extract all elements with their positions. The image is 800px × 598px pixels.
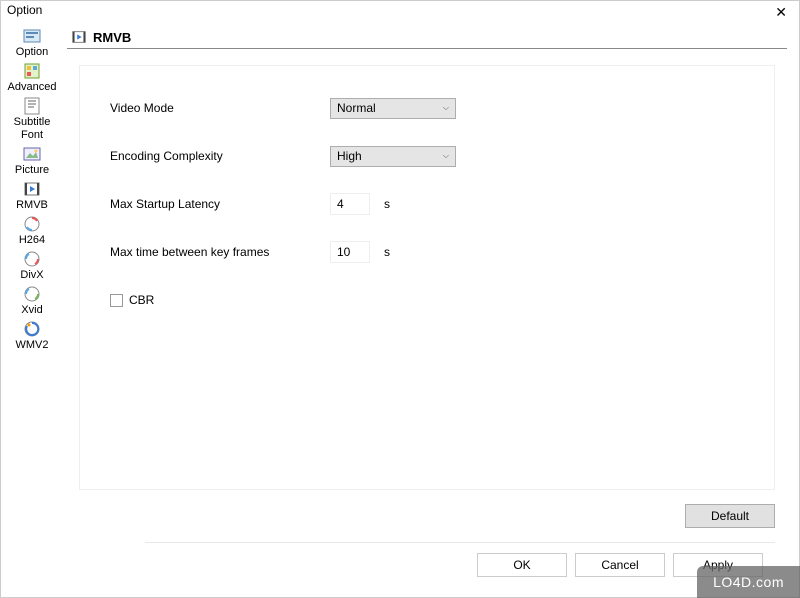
max-startup-latency-input[interactable] — [330, 193, 370, 215]
video-mode-select[interactable]: Normal ⌵ — [330, 98, 456, 119]
default-button[interactable]: Default — [685, 504, 775, 528]
sidebar-item-label: Advanced — [8, 81, 57, 94]
max-time-keyframes-row: Max time between key frames s — [110, 240, 774, 264]
sidebar-item-h264[interactable]: H264 — [4, 213, 60, 248]
sidebar-item-label: DivX — [20, 269, 43, 282]
section-title: RMVB — [93, 30, 131, 45]
cbr-row: CBR — [110, 288, 774, 312]
watermark: LO4D.com — [697, 566, 800, 598]
video-mode-label: Video Mode — [110, 101, 330, 115]
option-icon — [23, 27, 41, 45]
sidebar-item-label: Subtitle Font — [6, 116, 58, 142]
advanced-icon — [23, 62, 41, 80]
sidebar-item-label: WMV2 — [16, 339, 49, 352]
ok-button[interactable]: OK — [477, 553, 567, 577]
chevron-down-icon: ⌵ — [443, 151, 449, 161]
sidebar-item-xvid[interactable]: Xvid — [4, 283, 60, 318]
encoding-complexity-value: High — [337, 149, 362, 163]
max-time-keyframes-label: Max time between key frames — [110, 245, 330, 259]
sidebar-item-option[interactable]: Option — [4, 25, 60, 60]
titlebar: Option ✕ — [1, 1, 799, 23]
sidebar-item-rmvb[interactable]: RMVB — [4, 178, 60, 213]
footer: OK Cancel Apply — [145, 542, 775, 589]
section-header-icon — [71, 29, 87, 45]
wmv2-icon — [23, 320, 41, 338]
subtitle-font-icon — [23, 97, 41, 115]
cbr-checkbox[interactable] — [110, 294, 123, 307]
sidebar-item-label: Picture — [15, 164, 49, 177]
option-window: Option ✕ Option Advanced Subtitle F — [0, 0, 800, 598]
chevron-down-icon: ⌵ — [443, 103, 449, 113]
cbr-label: CBR — [129, 293, 154, 307]
max-time-keyframes-input[interactable] — [330, 241, 370, 263]
rmvb-icon — [23, 180, 41, 198]
video-mode-row: Video Mode Normal ⌵ — [110, 96, 774, 120]
main: RMVB Video Mode Normal ⌵ Encoding Comple… — [63, 23, 799, 597]
max-time-keyframes-unit: s — [384, 245, 390, 259]
max-startup-latency-label: Max Startup Latency — [110, 197, 330, 211]
sidebar-item-label: Option — [16, 46, 48, 59]
h264-icon — [23, 215, 41, 233]
sidebar-item-subtitle-font[interactable]: Subtitle Font — [4, 95, 60, 143]
encoding-complexity-label: Encoding Complexity — [110, 149, 330, 163]
sidebar-item-divx[interactable]: DivX — [4, 248, 60, 283]
body: Option Advanced Subtitle Font Picture — [1, 23, 799, 597]
sidebar-item-advanced[interactable]: Advanced — [4, 60, 60, 95]
window-title: Option — [7, 3, 42, 17]
content-panel: Video Mode Normal ⌵ Encoding Complexity … — [79, 65, 775, 490]
sidebar-item-label: H264 — [19, 234, 45, 247]
sidebar-item-picture[interactable]: Picture — [4, 143, 60, 178]
video-mode-value: Normal — [337, 101, 376, 115]
sidebar: Option Advanced Subtitle Font Picture — [1, 23, 63, 597]
xvid-icon — [23, 285, 41, 303]
sidebar-item-label: Xvid — [21, 304, 42, 317]
sidebar-item-label: RMVB — [16, 199, 48, 212]
encoding-complexity-select[interactable]: High ⌵ — [330, 146, 456, 167]
close-button[interactable]: ✕ — [769, 3, 793, 21]
default-row: Default — [67, 498, 787, 542]
encoding-complexity-row: Encoding Complexity High ⌵ — [110, 144, 774, 168]
sidebar-item-wmv2[interactable]: WMV2 — [4, 318, 60, 353]
max-startup-latency-row: Max Startup Latency s — [110, 192, 774, 216]
section-header: RMVB — [67, 23, 787, 49]
divx-icon — [23, 250, 41, 268]
picture-icon — [23, 145, 41, 163]
cancel-button[interactable]: Cancel — [575, 553, 665, 577]
max-startup-latency-unit: s — [384, 197, 390, 211]
